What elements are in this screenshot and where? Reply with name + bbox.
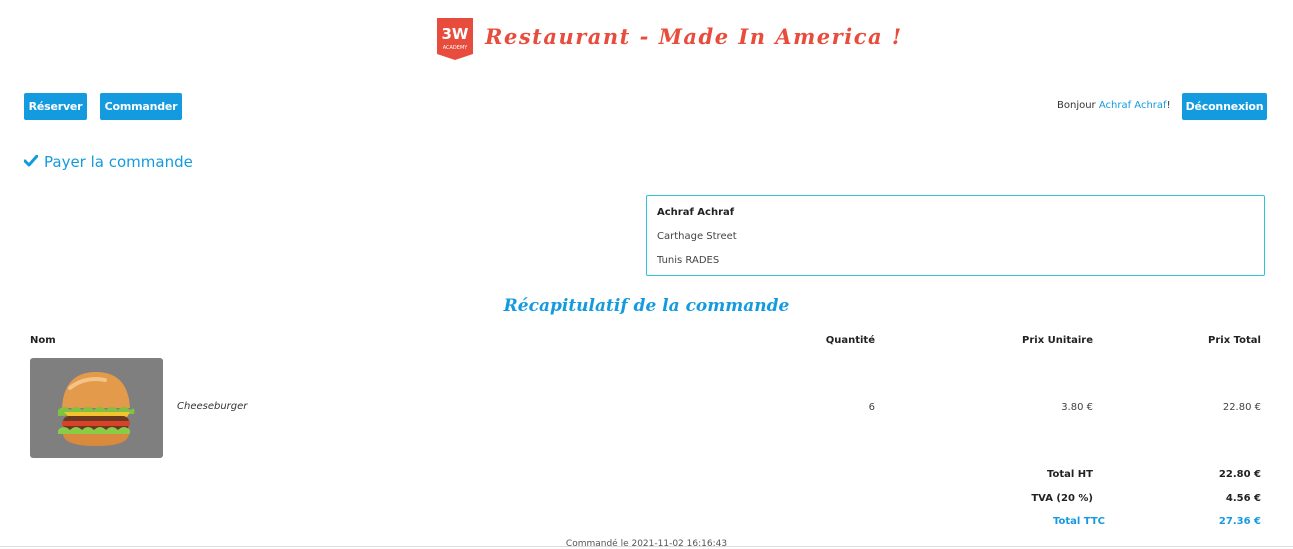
greeting-suffix: ! (1166, 100, 1171, 111)
logout-button[interactable]: Déconnexion (1182, 93, 1267, 120)
logo: 3W ACADEMY (437, 18, 473, 60)
greeting-prefix: Bonjour (1057, 100, 1096, 111)
recap-title: Récapitulatif de la commande (503, 296, 790, 316)
greeting: Bonjour Achraf Achraf! (1057, 100, 1171, 111)
address-city: Tunis RADES (657, 255, 720, 266)
pay-order-label: Payer la commande (44, 153, 193, 171)
check-icon (23, 153, 39, 171)
product-quantity: 6 (868, 402, 875, 413)
address-street: Carthage Street (657, 231, 737, 242)
product-name: Cheeseburger (177, 401, 248, 412)
tva-value: 4.56 € (1225, 493, 1261, 504)
site-title: Restaurant - Made In America ! (485, 24, 903, 49)
product-total-price: 22.80 € (1222, 402, 1261, 413)
svg-text:ACADEMY: ACADEMY (443, 45, 469, 51)
column-header-unit-price: Prix Unitaire (1022, 335, 1093, 346)
total-ht-value: 22.80 € (1218, 469, 1261, 480)
total-ttc-value: 27.36 € (1218, 516, 1261, 527)
product-unit-price: 3.80 € (1061, 402, 1093, 413)
total-ht-label: Total HT (1047, 469, 1093, 480)
pay-order-title: Payer la commande (23, 153, 193, 171)
address-card: Achraf Achraf Carthage Street Tunis RADE… (646, 195, 1265, 276)
reserve-button[interactable]: Réserver (24, 93, 87, 120)
tva-label: TVA (20 %) (1031, 493, 1093, 504)
column-header-name: Nom (30, 335, 56, 346)
order-button[interactable]: Commander (100, 93, 182, 120)
address-name: Achraf Achraf (657, 207, 735, 218)
column-header-total-price: Prix Total (1208, 335, 1261, 346)
user-name-link[interactable]: Achraf Achraf (1099, 100, 1167, 111)
product-image-cheeseburger (30, 358, 163, 458)
column-header-quantity: Quantité (825, 335, 875, 346)
svg-text:3W: 3W (442, 25, 469, 43)
total-ttc-label: Total TTC (1052, 516, 1105, 527)
divider (0, 546, 1293, 547)
